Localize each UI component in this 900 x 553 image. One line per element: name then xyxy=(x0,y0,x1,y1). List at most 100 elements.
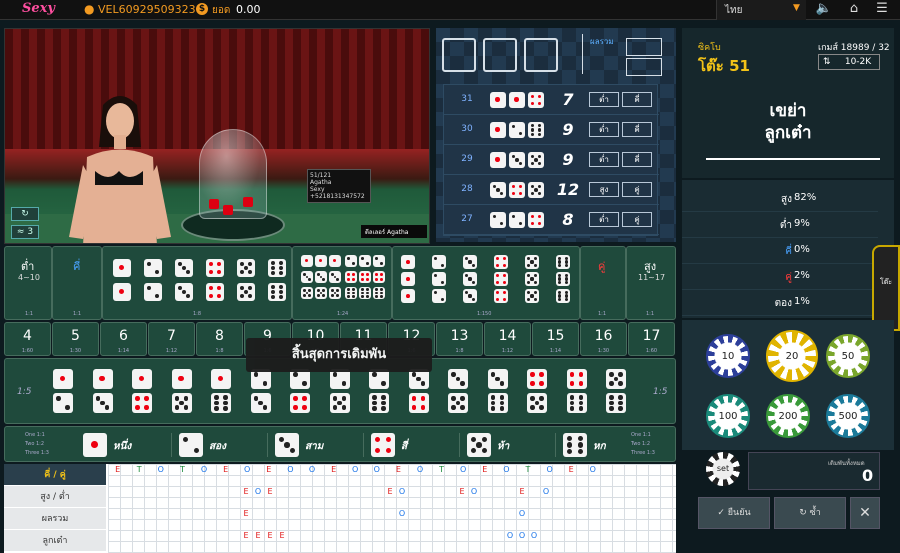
single-odds: Three 1:3 xyxy=(631,450,655,456)
road-mark: E xyxy=(266,465,272,474)
pip xyxy=(420,405,426,410)
chip-20[interactable]: 20 xyxy=(766,330,818,382)
pip xyxy=(91,441,98,448)
pip xyxy=(347,288,350,291)
die-face-2 xyxy=(144,283,162,301)
bet-total-14[interactable]: 14 1:12 xyxy=(484,322,531,356)
road-tab[interactable]: ผลรวม xyxy=(4,508,106,530)
single-label: ห้า xyxy=(497,441,510,452)
high-low-result: สูง xyxy=(589,182,619,197)
road-mark: E xyxy=(568,465,574,474)
die-face-6 xyxy=(487,393,508,413)
die-face-4 xyxy=(528,92,544,108)
pip xyxy=(186,294,190,298)
home-icon[interactable]: ⌂ xyxy=(845,1,863,19)
bet-high[interactable]: สูง 11~17 1:1 xyxy=(626,246,676,320)
pip xyxy=(496,297,500,301)
pip xyxy=(569,406,575,411)
pip xyxy=(381,395,386,400)
pip xyxy=(518,184,523,189)
die-face-5 xyxy=(301,287,313,299)
bet-total-16[interactable]: 16 1:30 xyxy=(580,322,627,356)
pip xyxy=(366,288,369,291)
chip-50[interactable]: 50 xyxy=(826,334,870,378)
confirm-button[interactable]: ✓ ยืนยัน xyxy=(698,497,770,529)
even-label: คู่ xyxy=(598,260,606,273)
wifi-icon[interactable]: ≈ 3 xyxy=(11,225,39,239)
pip xyxy=(499,221,504,226)
pip xyxy=(155,270,159,274)
divider xyxy=(555,433,556,457)
sum-label: ผลรวม xyxy=(590,37,614,46)
bet-low[interactable]: ต่ำ 4~10 1:1 xyxy=(4,246,52,320)
single-label: สี่ xyxy=(401,441,408,452)
pip xyxy=(59,375,66,382)
pip xyxy=(518,131,523,136)
road-mark: O xyxy=(157,465,164,474)
road-tab[interactable]: คี่ / คู่ xyxy=(4,464,106,486)
repeat-button[interactable]: ↻ ซ้ำ xyxy=(774,497,846,529)
pip xyxy=(534,188,538,192)
stat-value: 2% xyxy=(794,270,810,281)
die-face-6 xyxy=(566,393,587,413)
pip xyxy=(104,405,110,410)
brand-logo: Sexy xyxy=(22,1,55,16)
bet-specific-triple-b[interactable]: 1:150 xyxy=(392,246,580,320)
die-red xyxy=(243,197,253,207)
pip xyxy=(496,257,500,261)
bet-total-17[interactable]: 17 1:60 xyxy=(628,322,675,356)
chip-100[interactable]: 100 xyxy=(706,394,750,438)
refresh-icon[interactable]: ↻ xyxy=(11,207,39,221)
bet-total-7[interactable]: 7 1:12 xyxy=(148,322,195,356)
odds-label: 1:150 xyxy=(477,311,492,317)
pip xyxy=(352,262,355,265)
road-tab[interactable]: ลูกเต๋า xyxy=(4,530,106,552)
chip-500[interactable]: 500 xyxy=(826,394,870,438)
pip xyxy=(361,291,364,295)
pip xyxy=(530,128,535,132)
bet-total-6[interactable]: 6 1:14 xyxy=(100,322,147,356)
chip-value: 10 xyxy=(721,350,735,362)
sound-icon[interactable]: 🔈 xyxy=(815,1,833,19)
pip xyxy=(244,266,248,270)
bet-limit[interactable]: ⇅ 10-2K xyxy=(818,54,880,70)
odd-even-result: คู่ xyxy=(622,212,652,227)
pip xyxy=(332,396,338,401)
chip-value: 20 xyxy=(785,350,799,362)
chip-10[interactable]: 10 xyxy=(706,334,750,378)
pip xyxy=(527,263,531,267)
stat-label: ต่ำ xyxy=(779,220,792,231)
total-odds: 1:12 xyxy=(165,348,178,354)
road-mark: O xyxy=(503,465,510,474)
pip xyxy=(527,297,531,301)
die-face-5 xyxy=(171,393,192,413)
pip xyxy=(178,262,182,266)
bet-odd[interactable]: คี่ 1:1 xyxy=(52,246,102,320)
total-bet-value: 0 xyxy=(862,466,874,485)
status-line: ลูกเต๋า xyxy=(764,123,812,143)
username: VEL60929509323 xyxy=(98,3,196,16)
pip xyxy=(372,400,377,406)
die-face-3 xyxy=(275,433,299,457)
die-face-4 xyxy=(494,255,508,269)
bet-singles[interactable]: One 1:1 Two 1:2 Three 1:3 One 1:1 Two 1:2 Thr… xyxy=(4,426,676,462)
bet-total-13[interactable]: 13 1:8 xyxy=(436,322,483,356)
bet-specific-triple[interactable]: 1:8 xyxy=(102,246,292,320)
pip xyxy=(305,259,309,263)
total-number: 4 xyxy=(23,328,32,344)
pip xyxy=(496,280,500,284)
bet-total-8[interactable]: 8 1:8 xyxy=(196,322,243,356)
menu-icon[interactable]: ☰ xyxy=(873,1,891,19)
road-mark: T xyxy=(439,465,445,474)
cancel-button[interactable]: ✕ xyxy=(850,497,880,529)
bet-any-triple[interactable]: 1:24 xyxy=(292,246,392,320)
table-switch-tab[interactable]: โต๊ะ xyxy=(872,245,900,331)
bet-total-4[interactable]: 4 1:60 xyxy=(4,322,51,356)
road-tab[interactable]: สูง / ต่ำ xyxy=(4,486,106,508)
pip xyxy=(293,405,298,410)
bet-total-15[interactable]: 15 1:14 xyxy=(532,322,579,356)
bet-even[interactable]: คู่ 1:1 xyxy=(580,246,626,320)
chip-200[interactable]: 200 xyxy=(766,394,810,438)
chip-set-button[interactable]: set xyxy=(706,452,740,486)
bet-total-5[interactable]: 5 1:30 xyxy=(52,322,99,356)
